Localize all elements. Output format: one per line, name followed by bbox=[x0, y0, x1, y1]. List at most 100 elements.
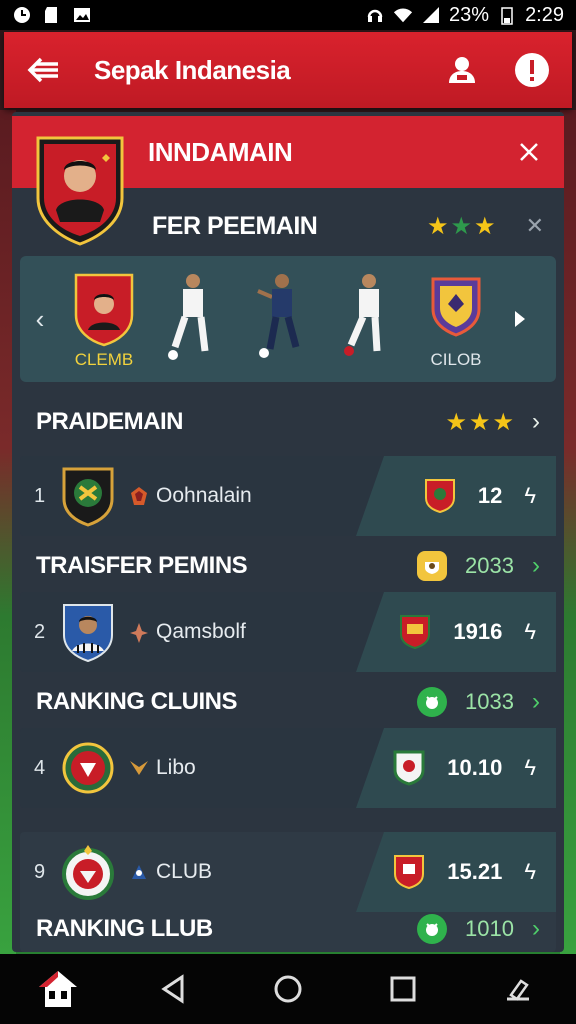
nav-extra-button[interactable] bbox=[490, 961, 546, 1017]
star-icon: ★ bbox=[427, 212, 449, 240]
row-stats: 15.21 ϟ bbox=[356, 832, 556, 912]
chevron-right-icon[interactable]: › bbox=[532, 408, 540, 436]
headset-icon bbox=[365, 5, 385, 25]
section-praidemain[interactable]: PRAIDEMAIN ★ ★ ★ › bbox=[12, 392, 564, 452]
transfer-badge-icon bbox=[417, 551, 448, 581]
club-crest-icon bbox=[62, 845, 114, 900]
rating-stars: ★ ★ ★ bbox=[427, 212, 496, 241]
nav-back-button[interactable] bbox=[145, 961, 201, 1017]
star-icon: ★ bbox=[474, 212, 496, 240]
star-icon: ★ bbox=[468, 408, 491, 436]
club-crest-icon bbox=[62, 742, 114, 794]
sub-header-title: FER PEEMAIN bbox=[152, 211, 318, 240]
nav-home-button[interactable] bbox=[260, 961, 316, 1017]
section-transfer[interactable]: TRAISFER PEMINS 2033 › bbox=[12, 536, 564, 596]
play-arrow-icon bbox=[515, 311, 525, 327]
pen-icon bbox=[507, 979, 530, 1001]
close-icon bbox=[520, 143, 538, 161]
club-badge-icon bbox=[424, 479, 455, 514]
sub-header-close-button[interactable]: ✕ bbox=[526, 213, 544, 239]
star-icon: ★ bbox=[450, 212, 473, 240]
wifi-icon bbox=[393, 5, 413, 25]
row-stats: 10.10 ϟ bbox=[356, 728, 556, 808]
player-crest-icon bbox=[36, 136, 124, 246]
rating-stars: ★ ★ ★ bbox=[445, 408, 514, 437]
main-card: INNDAMAIN FER PEEMAIN ★ ★ ★ ✕ ‹ CLEMB CI… bbox=[12, 112, 564, 952]
square-recents-icon bbox=[390, 976, 416, 1002]
row-value: 1916 bbox=[453, 619, 503, 644]
club-badge-icon bbox=[393, 750, 425, 786]
chevron-right-icon[interactable]: › bbox=[532, 552, 540, 580]
triangle-back-icon bbox=[161, 974, 184, 1004]
back-button[interactable] bbox=[24, 50, 64, 90]
ranking-badge-icon bbox=[417, 914, 448, 944]
table-row[interactable]: 2 Qamsbolf 1916 ϟ bbox=[20, 592, 556, 672]
row-name: CLUB bbox=[156, 860, 213, 883]
chevron-right-icon[interactable]: › bbox=[532, 915, 540, 943]
table-row[interactable]: 9 CLUB 15.21 ϟ bbox=[20, 832, 556, 912]
battery-icon bbox=[497, 5, 517, 25]
gallery-icon bbox=[72, 5, 92, 25]
club-mini-icon bbox=[130, 623, 148, 643]
club-crest-icon bbox=[431, 277, 481, 337]
chevron-right-icon[interactable]: › bbox=[532, 688, 540, 716]
carousel-item[interactable]: CLEMB bbox=[60, 264, 148, 374]
system-nav-bar bbox=[0, 954, 576, 1024]
clock-icon bbox=[12, 5, 32, 25]
carousel-next-button[interactable] bbox=[500, 289, 540, 349]
section-value: 1010 bbox=[465, 916, 514, 941]
section-title: TRAISFER PEMINS bbox=[36, 552, 248, 579]
club-crest-icon bbox=[62, 467, 114, 527]
bolt-icon[interactable]: ϟ bbox=[524, 483, 536, 509]
header-close-button[interactable] bbox=[514, 137, 544, 167]
row-rank: 2 bbox=[34, 620, 46, 643]
ranking-badge-icon bbox=[417, 687, 448, 717]
user-icon bbox=[449, 57, 475, 83]
club-crest-icon bbox=[74, 273, 134, 347]
carousel-prev-button[interactable]: ‹ bbox=[20, 289, 60, 349]
carousel-item-label: CLEMB bbox=[74, 350, 134, 369]
bolt-icon[interactable]: ϟ bbox=[524, 619, 536, 645]
status-bar: 23% 2:29 bbox=[0, 0, 576, 30]
section-title: RANKING LLUB bbox=[36, 915, 213, 942]
player-figure-icon bbox=[168, 274, 209, 360]
row-value: 15.21 bbox=[447, 859, 503, 884]
bolt-icon[interactable]: ϟ bbox=[524, 755, 536, 781]
row-value: 10.10 bbox=[447, 755, 503, 780]
club-mini-icon bbox=[132, 865, 146, 879]
row-rank: 9 bbox=[34, 860, 46, 883]
section-title: PRAIDEMAIN bbox=[36, 408, 184, 435]
row-rank: 4 bbox=[34, 756, 46, 779]
row-name: Libo bbox=[156, 756, 196, 779]
home-app-button[interactable] bbox=[30, 961, 86, 1017]
table-row[interactable]: 4 Libo 10.10 ϟ bbox=[20, 728, 556, 808]
section-ranking-clubs[interactable]: RANKING CLUINS 1033 › bbox=[12, 672, 564, 732]
clock-time: 2:29 bbox=[525, 3, 564, 26]
section-ranking-club[interactable]: RANKING LLUB 1010 › bbox=[12, 906, 564, 952]
bolt-icon[interactable]: ϟ bbox=[524, 859, 536, 885]
row-name: Qamsbolf bbox=[156, 620, 246, 643]
carousel-item[interactable]: CILOB bbox=[412, 264, 500, 374]
star-icon: ★ bbox=[445, 408, 467, 436]
club-mini-icon bbox=[130, 761, 148, 775]
club-badge-icon bbox=[400, 615, 431, 650]
battery-percent: 23% bbox=[449, 3, 490, 26]
carousel-item[interactable] bbox=[236, 264, 324, 374]
carousel-item[interactable] bbox=[148, 264, 236, 374]
section-header-title: INNDAMAIN bbox=[148, 136, 293, 167]
profile-button[interactable] bbox=[442, 50, 482, 90]
carousel-item-label: CILOB bbox=[430, 350, 482, 369]
app-bar: Sepak Indanesia bbox=[4, 32, 572, 108]
carousel-item[interactable] bbox=[324, 264, 412, 374]
star-icon: ★ bbox=[492, 408, 514, 436]
nav-recents-button[interactable] bbox=[375, 961, 431, 1017]
table-row[interactable]: 1 Oohnalain 12 ϟ bbox=[20, 456, 556, 536]
app-title: Sepak Indanesia bbox=[94, 54, 291, 85]
row-stats: 12 ϟ bbox=[356, 456, 556, 536]
alert-button[interactable] bbox=[512, 50, 552, 90]
player-figure-icon bbox=[257, 274, 300, 358]
club-mini-icon bbox=[131, 487, 147, 505]
player-crest-icon bbox=[63, 604, 113, 663]
player-figure-icon bbox=[344, 274, 381, 356]
alert-icon bbox=[515, 53, 549, 87]
